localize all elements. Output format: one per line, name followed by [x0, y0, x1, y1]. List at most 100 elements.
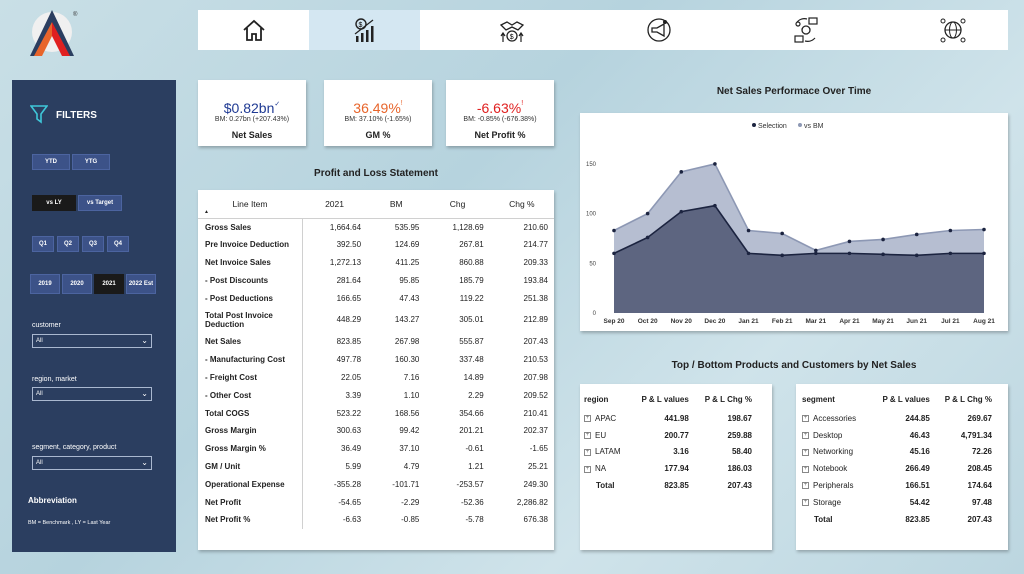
pl-line-item: Total COGS	[205, 408, 250, 418]
year-2022-est-button[interactable]: 2022 Est	[126, 274, 156, 294]
expand-icon[interactable]: +	[584, 432, 591, 440]
col-header-region[interactable]: region	[584, 388, 630, 410]
pl-cell: 823.85	[301, 332, 368, 351]
segment-select[interactable]: All ⌄	[32, 456, 152, 470]
table-row[interactable]: + Storage 54.42 97.48	[802, 494, 1002, 511]
data-point[interactable]	[847, 251, 852, 256]
abbreviation-text: BM = Benchmark , LY = Last Year	[28, 520, 111, 526]
col-header-2021[interactable]: 2021	[302, 190, 367, 218]
expand-icon[interactable]: +	[584, 448, 591, 456]
data-point[interactable]	[612, 228, 616, 233]
col-header-pl-chg[interactable]: P & L Chg %	[930, 388, 1002, 410]
pl-cell: 210.41	[523, 408, 548, 418]
ytg-button[interactable]: YTG	[72, 154, 110, 170]
pl-cell: 249.30	[523, 479, 548, 489]
ytd-button[interactable]: YTD	[32, 154, 70, 170]
supply-chain-icon[interactable]	[750, 10, 861, 50]
pl-table: Line Item ▲ 2021 BM Chg Chg % Gross Sales…	[198, 190, 554, 550]
expand-icon[interactable]: +	[802, 499, 809, 507]
expand-icon[interactable]: +	[802, 465, 809, 473]
expand-icon[interactable]: +	[802, 482, 809, 490]
company-logo: ®	[26, 8, 80, 58]
year-2021-button[interactable]: 2021	[94, 274, 124, 294]
table-row[interactable]: + EU 200.77 259.88	[584, 427, 768, 444]
table-row: GM / Unit 5.99 4.79 1.21 25.21	[198, 457, 554, 476]
data-point[interactable]	[713, 203, 717, 208]
table-row[interactable]: + Notebook 266.49 208.45	[802, 460, 1002, 477]
expand-icon[interactable]: +	[584, 465, 591, 473]
table-row[interactable]: + LATAM 3.16 58.40	[584, 444, 768, 461]
expand-icon[interactable]: +	[802, 432, 809, 440]
col-header-line-item[interactable]: Line Item ▲	[198, 190, 302, 218]
row-label-cell: + Accessories	[802, 410, 870, 427]
pl-cell: 209.33	[523, 257, 548, 267]
data-point[interactable]	[948, 228, 953, 233]
data-point[interactable]	[881, 252, 885, 257]
table-row: Gross Margin % 36.49 37.10 -0.61 -1.65	[198, 439, 554, 458]
col-header-segment[interactable]: segment	[802, 388, 870, 410]
expand-icon[interactable]: +	[584, 415, 591, 423]
home-icon[interactable]	[198, 10, 309, 50]
customer-select[interactable]: All ⌄	[32, 334, 152, 348]
vs-ly-button[interactable]: vs LY	[32, 195, 76, 211]
pl-cell: 523.22	[301, 404, 368, 422]
global-network-icon[interactable]	[897, 10, 1008, 50]
data-point[interactable]	[713, 162, 717, 166]
table-row: Net Invoice Sales 1,272.13 411.25 860.88 209…	[198, 253, 554, 272]
data-point[interactable]	[847, 239, 852, 244]
finance-growth-icon[interactable]: $	[309, 10, 420, 50]
q3-button[interactable]: Q3	[82, 236, 104, 252]
col-header-chg-pct[interactable]: Chg %	[490, 190, 554, 218]
data-point[interactable]	[645, 211, 650, 216]
data-point[interactable]	[645, 235, 650, 240]
table-row[interactable]: + Peripherals 166.51 174.64	[802, 477, 1002, 494]
data-point[interactable]	[780, 231, 784, 236]
table-row[interactable]: + Desktop 46.43 4,791.34	[802, 427, 1002, 444]
col-header-pl-values[interactable]: P & L values	[630, 388, 689, 410]
y-tick-label: 0	[593, 311, 597, 317]
data-point[interactable]	[746, 251, 751, 256]
value-cell: 46.43	[909, 430, 930, 440]
value-cell: 54.42	[909, 497, 930, 507]
data-point[interactable]	[982, 251, 986, 256]
year-2020-button[interactable]: 2020	[62, 274, 92, 294]
col-header-bm[interactable]: BM	[367, 190, 425, 218]
expand-icon[interactable]: +	[802, 448, 809, 456]
col-header-pl-values[interactable]: P & L values	[870, 388, 930, 410]
q2-button[interactable]: Q2	[57, 236, 79, 252]
year-2019-button[interactable]: 2019	[30, 274, 60, 294]
pl-cell: 119.22	[459, 293, 484, 303]
q1-button[interactable]: Q1	[32, 236, 54, 252]
y-tick-label: 50	[589, 261, 596, 267]
data-point[interactable]	[914, 253, 919, 258]
expand-icon[interactable]: +	[802, 415, 809, 423]
pl-line-item: - Post Discounts	[205, 275, 269, 285]
marketing-icon[interactable]	[603, 10, 714, 50]
data-point[interactable]	[881, 237, 885, 242]
alert-icon: !	[400, 100, 403, 107]
row-label-cell: + APAC	[584, 410, 630, 427]
table-row[interactable]: + NA 177.94 186.03	[584, 460, 768, 477]
region-select[interactable]: All ⌄	[32, 387, 152, 401]
table-row[interactable]: + APAC 441.98 198.67	[584, 410, 768, 427]
data-point[interactable]	[982, 227, 986, 232]
data-point[interactable]	[679, 170, 684, 174]
data-point[interactable]	[780, 253, 784, 258]
table-row[interactable]: + Accessories 244.85 269.67	[802, 410, 1002, 427]
col-header-chg[interactable]: Chg	[425, 190, 489, 218]
vs-target-button[interactable]: vs Target	[78, 195, 122, 211]
col-header-pl-chg[interactable]: P & L Chg %	[689, 388, 768, 410]
pl-cell: 166.65	[301, 289, 368, 307]
data-point[interactable]	[612, 251, 616, 256]
handshake-growth-icon[interactable]: $	[456, 10, 567, 50]
data-point[interactable]	[679, 209, 684, 214]
data-point[interactable]	[814, 251, 818, 256]
q4-button[interactable]: Q4	[107, 236, 129, 252]
row-label: APAC	[595, 413, 617, 423]
table-row[interactable]: + Networking 45.16 72.26	[802, 444, 1002, 461]
total-value: 823.85	[905, 514, 930, 524]
pl-cell: 37.10	[399, 444, 420, 454]
data-point[interactable]	[746, 228, 751, 233]
data-point[interactable]	[914, 232, 919, 237]
data-point[interactable]	[948, 251, 953, 256]
